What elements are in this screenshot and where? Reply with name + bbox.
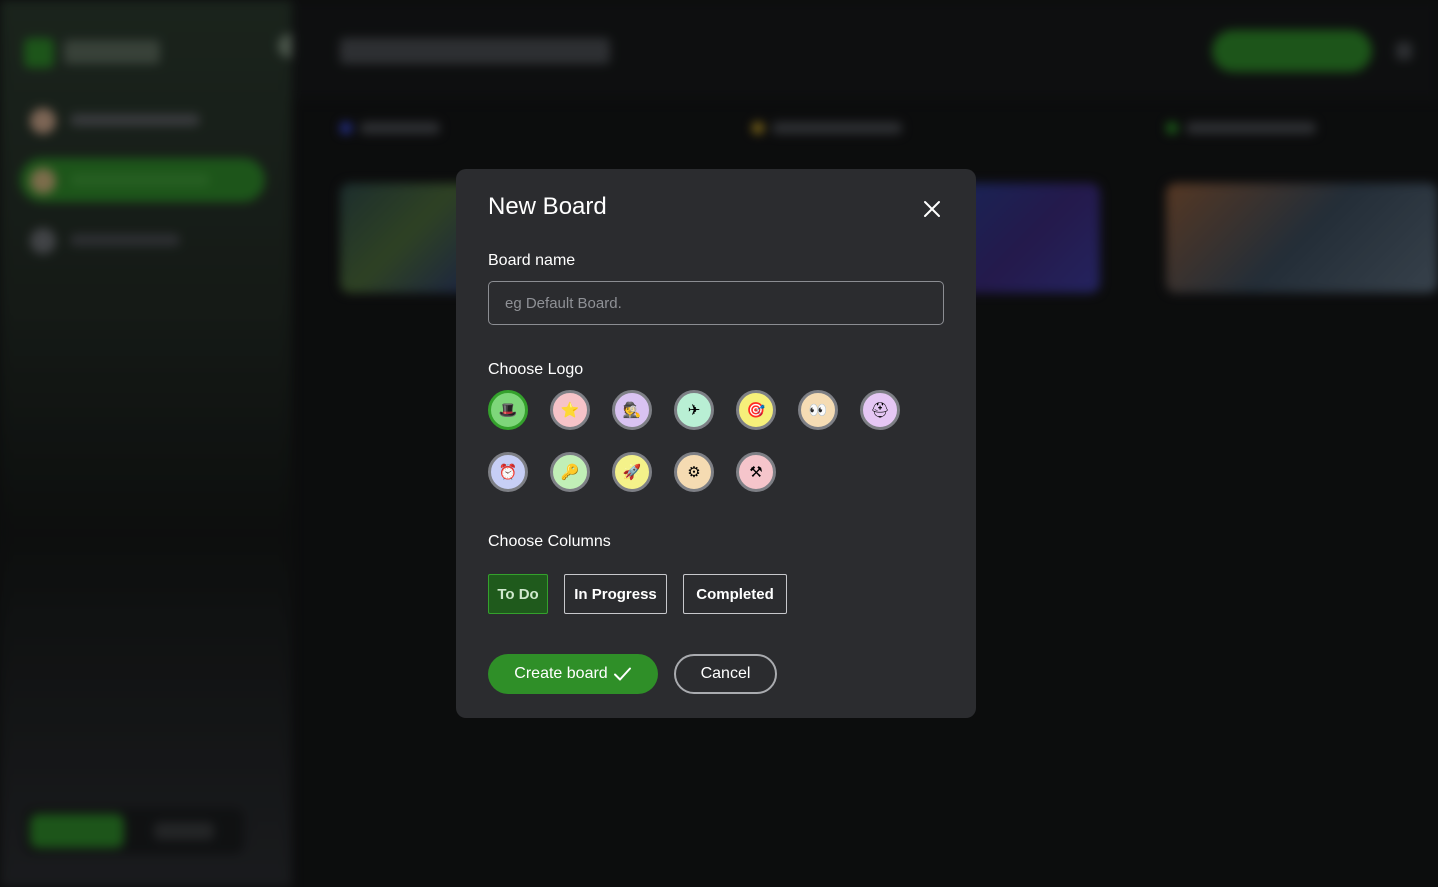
- new-board-modal: New Board Board name Choose Logo 🎩 ⭐ 🕵 ✈…: [456, 169, 976, 718]
- app-root: New Board Board name Choose Logo 🎩 ⭐ 🕵 ✈…: [0, 0, 1438, 887]
- board-name-label: Board name: [488, 252, 576, 269]
- column-option-completed[interactable]: Completed: [683, 574, 787, 614]
- choose-logo-label: Choose Logo: [488, 361, 584, 378]
- detective-icon[interactable]: 🕵: [612, 390, 652, 430]
- tools-icon[interactable]: ⚒: [736, 452, 776, 492]
- close-button[interactable]: [920, 197, 944, 221]
- modal-title: New Board: [488, 193, 607, 220]
- board-name-input[interactable]: [488, 281, 944, 325]
- eyes-icon[interactable]: 👀: [798, 390, 838, 430]
- alarm-clock-icon[interactable]: ⏰: [488, 452, 528, 492]
- gear-icon[interactable]: ⚙: [674, 452, 714, 492]
- checkmark-icon: [613, 667, 631, 681]
- cancel-button[interactable]: Cancel: [674, 654, 777, 694]
- rocket-icon[interactable]: 🚀: [612, 452, 652, 492]
- column-option-to-do[interactable]: To Do: [488, 574, 548, 614]
- create-board-label: Create board: [514, 665, 608, 682]
- green-hat-icon[interactable]: 🎩: [488, 390, 528, 430]
- column-option-in-progress[interactable]: In Progress: [564, 574, 667, 614]
- close-icon: [924, 201, 940, 217]
- choose-columns-label: Choose Columns: [488, 533, 611, 550]
- create-board-button[interactable]: Create board: [488, 654, 658, 694]
- helmet-icon[interactable]: ⛑: [860, 390, 900, 430]
- airplane-icon[interactable]: ✈: [674, 390, 714, 430]
- key-icon[interactable]: 🔑: [550, 452, 590, 492]
- star-icon[interactable]: ⭐: [550, 390, 590, 430]
- target-icon[interactable]: 🎯: [736, 390, 776, 430]
